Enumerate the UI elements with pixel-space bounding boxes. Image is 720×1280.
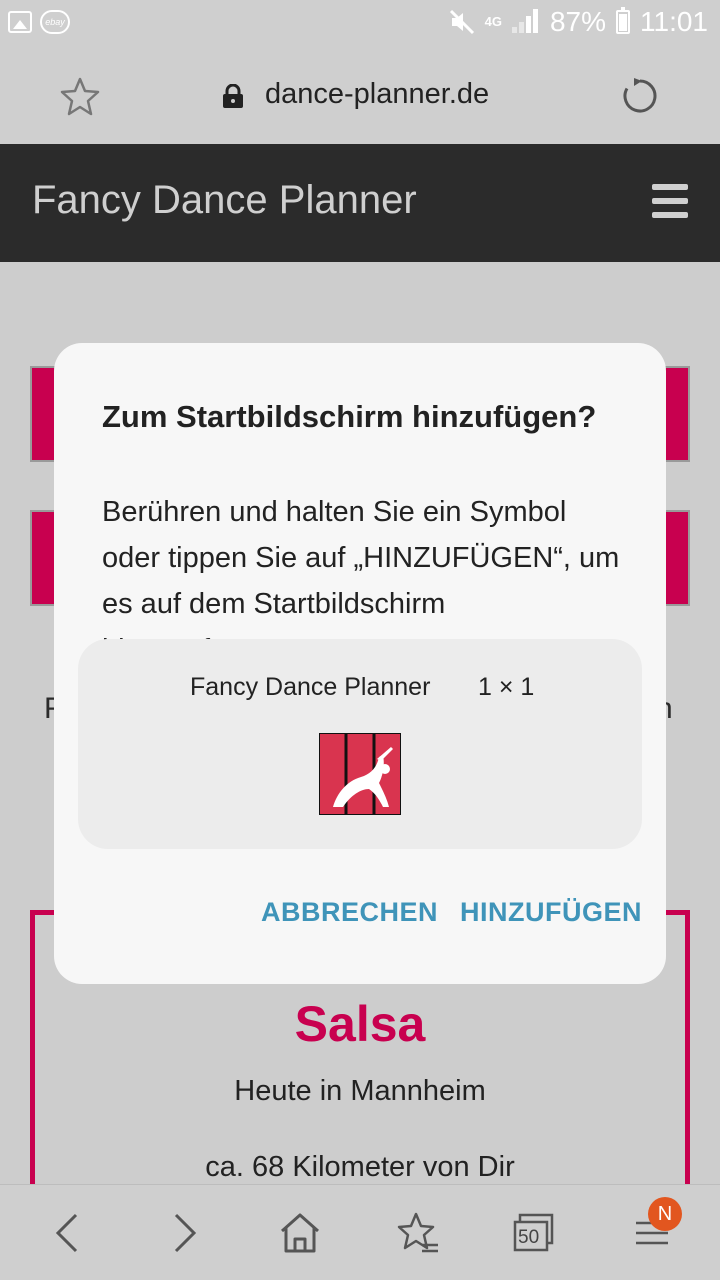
tabs-count: 50	[518, 1227, 540, 1248]
notification-badge: N	[648, 1197, 682, 1231]
event-location: Heute in Mannheim	[234, 1075, 486, 1107]
tabs-icon[interactable]: 50	[512, 1211, 556, 1255]
notification-icons: ebay	[8, 10, 70, 34]
system-icons: 4G 87% 11:01	[449, 6, 708, 38]
browser-bottom-nav: 50 N	[0, 1184, 720, 1280]
menu-icon[interactable]	[652, 184, 688, 218]
add-to-homescreen-dialog: Zum Startbildschirm hinzufügen? Berühren…	[54, 343, 666, 984]
event-distance: ca. 68 Kilometer von Dir	[205, 1151, 515, 1183]
lock-icon	[223, 84, 243, 108]
ebay-icon: ebay	[40, 10, 70, 34]
site-header: Fancy Dance Planner	[0, 144, 720, 262]
widget-preview[interactable]: Fancy Dance Planner 1 × 1	[78, 639, 642, 849]
bookmarks-icon[interactable]	[396, 1211, 440, 1255]
browser-toolbar: dance-planner.de	[0, 48, 720, 144]
widget-name: Fancy Dance Planner	[190, 673, 431, 701]
app-icon[interactable]	[319, 733, 401, 815]
battery-icon	[616, 7, 630, 34]
add-button[interactable]: HINZUFÜGEN	[460, 897, 642, 928]
cancel-button[interactable]: ABBRECHEN	[261, 897, 438, 928]
image-icon	[8, 11, 32, 33]
reload-icon[interactable]	[620, 76, 660, 116]
network-type: 4G	[484, 14, 502, 29]
event-title: Salsa	[294, 996, 426, 1052]
dialog-title: Zum Startbildschirm hinzufügen?	[102, 399, 597, 434]
signal-icon	[511, 9, 540, 35]
status-bar: ebay 4G 87% 11:01	[0, 0, 720, 48]
mute-icon	[449, 9, 474, 35]
battery-percent: 87%	[549, 6, 606, 37]
widget-size: 1 × 1	[478, 673, 535, 701]
back-icon[interactable]	[46, 1211, 90, 1255]
clock: 11:01	[640, 6, 708, 37]
home-icon[interactable]	[278, 1211, 322, 1255]
forward-icon[interactable]	[162, 1211, 206, 1255]
url-field[interactable]: dance-planner.de	[265, 78, 489, 111]
site-title[interactable]: Fancy Dance Planner	[32, 178, 417, 223]
bookmark-star-icon[interactable]	[60, 76, 100, 116]
